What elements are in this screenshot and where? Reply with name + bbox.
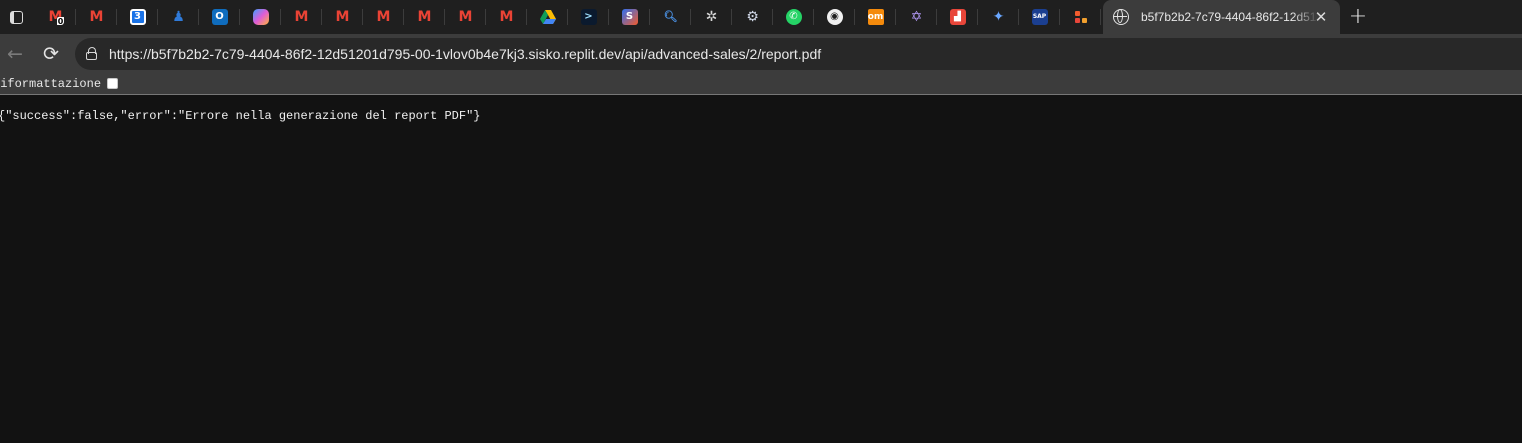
page-content: {"success":false,"error":"Errore nella g… [0, 95, 1522, 443]
close-icon[interactable]: ✕ [1313, 9, 1329, 25]
gmail-icon: M [335, 9, 350, 25]
gmail-icon: M [417, 9, 432, 25]
whatsapp-icon: ✆ [785, 9, 802, 25]
url-text[interactable]: https://b5f7b2b2-7c79-4404-86f2-12d51201… [109, 38, 821, 70]
pinned-tab[interactable]: M [281, 0, 322, 34]
outlook-icon: O [211, 9, 228, 25]
pinned-tab[interactable]: M [363, 0, 404, 34]
tab-title: b5f7b2b2-7c79-4404-86f2-12d51201d795-00-… [1141, 10, 1319, 24]
pretty-print-checkbox[interactable] [107, 78, 118, 89]
back-button[interactable]: ← [1, 40, 29, 68]
gear-icon: ⚙ [746, 9, 759, 25]
pinned-tab[interactable]: ◉ [814, 0, 855, 34]
address-bar[interactable]: https://b5f7b2b2-7c79-4404-86f2-12d51201… [75, 38, 1522, 70]
json-response-text: {"success":false,"error":"Errore nella g… [0, 109, 481, 123]
pinned-tab[interactable]: M [486, 0, 527, 34]
terminal-icon: > [580, 9, 597, 25]
pinned-tab[interactable] [240, 0, 281, 34]
pinned-tab[interactable]: 🔍︎ [650, 0, 691, 34]
pinned-tab[interactable]: ♟ [158, 0, 199, 34]
dots-app-icon [1073, 9, 1089, 25]
pinned-tab[interactable] [527, 0, 568, 34]
search-icon: 🔍︎ [663, 10, 678, 23]
pinned-tab[interactable]: O [199, 0, 240, 34]
new-tab-button[interactable]: + [1344, 3, 1372, 31]
pinned-tab[interactable]: ▟ [937, 0, 978, 34]
app-icon: S [621, 9, 638, 25]
gemini-icon: ✦ [992, 9, 1005, 25]
tab-actions-button[interactable] [0, 0, 32, 34]
site-info-icon[interactable] [84, 47, 100, 61]
active-tab[interactable]: b5f7b2b2-7c79-4404-86f2-12d51201d795-00-… [1103, 0, 1340, 34]
pinned-tab[interactable]: M [35, 0, 76, 34]
gmail-icon: M [499, 9, 514, 25]
gmail-icon: M [294, 9, 309, 25]
pinned-tab[interactable]: M [322, 0, 363, 34]
pinned-tab[interactable]: 3 [117, 0, 158, 34]
gmail-icon: M [376, 9, 391, 25]
tab-actions-icon [9, 10, 23, 24]
gmail-icon: M [458, 9, 473, 25]
copilot-icon [252, 9, 269, 25]
pinned-tab[interactable]: ✲ [691, 0, 732, 34]
pinned-tab[interactable]: ✦ [978, 0, 1019, 34]
calendar-icon: 3 [129, 9, 146, 25]
globe-icon [1113, 9, 1129, 25]
pinned-tab[interactable]: > [568, 0, 609, 34]
chart-app-icon: ▟ [949, 9, 966, 25]
chatgpt-icon: ✲ [705, 9, 718, 25]
google-drive-icon [539, 9, 556, 25]
pinned-tab[interactable]: ✆ [773, 0, 814, 34]
pinned-tab[interactable]: ✡ [896, 0, 937, 34]
tab-strip: M M 3 ♟ O M M M M M M > S 🔍︎ ✲ ⚙ ✆ ◉ om ✡ ▟ ✦ SAP b5f7b2b2-7c7… [0, 0, 1522, 34]
pinned-tab[interactable]: om [855, 0, 896, 34]
pinned-tab[interactable]: M [404, 0, 445, 34]
pinned-tab[interactable]: S [609, 0, 650, 34]
github-icon: ◉ [826, 9, 843, 25]
om-icon: om [867, 9, 884, 25]
gmail-icon: M [89, 9, 104, 25]
star-app-icon: ✡ [910, 9, 923, 25]
person-icon: ♟ [172, 9, 185, 25]
pretty-print-label: Riformattazione [0, 77, 102, 91]
toolbar: ← ⟳ https://b5f7b2b2-7c79-4404-86f2-12d5… [0, 34, 1522, 74]
sap-icon: SAP [1031, 9, 1048, 25]
pinned-tab[interactable]: M [76, 0, 117, 34]
gmail-icon: M [48, 9, 64, 25]
pinned-tab[interactable]: SAP [1019, 0, 1060, 34]
reload-button[interactable]: ⟳ [37, 40, 65, 68]
pinned-tab[interactable] [1060, 0, 1101, 34]
pretty-print-bar: Riformattazione [0, 74, 1522, 95]
pinned-tab[interactable]: M [445, 0, 486, 34]
pinned-tab[interactable]: ⚙ [732, 0, 773, 34]
